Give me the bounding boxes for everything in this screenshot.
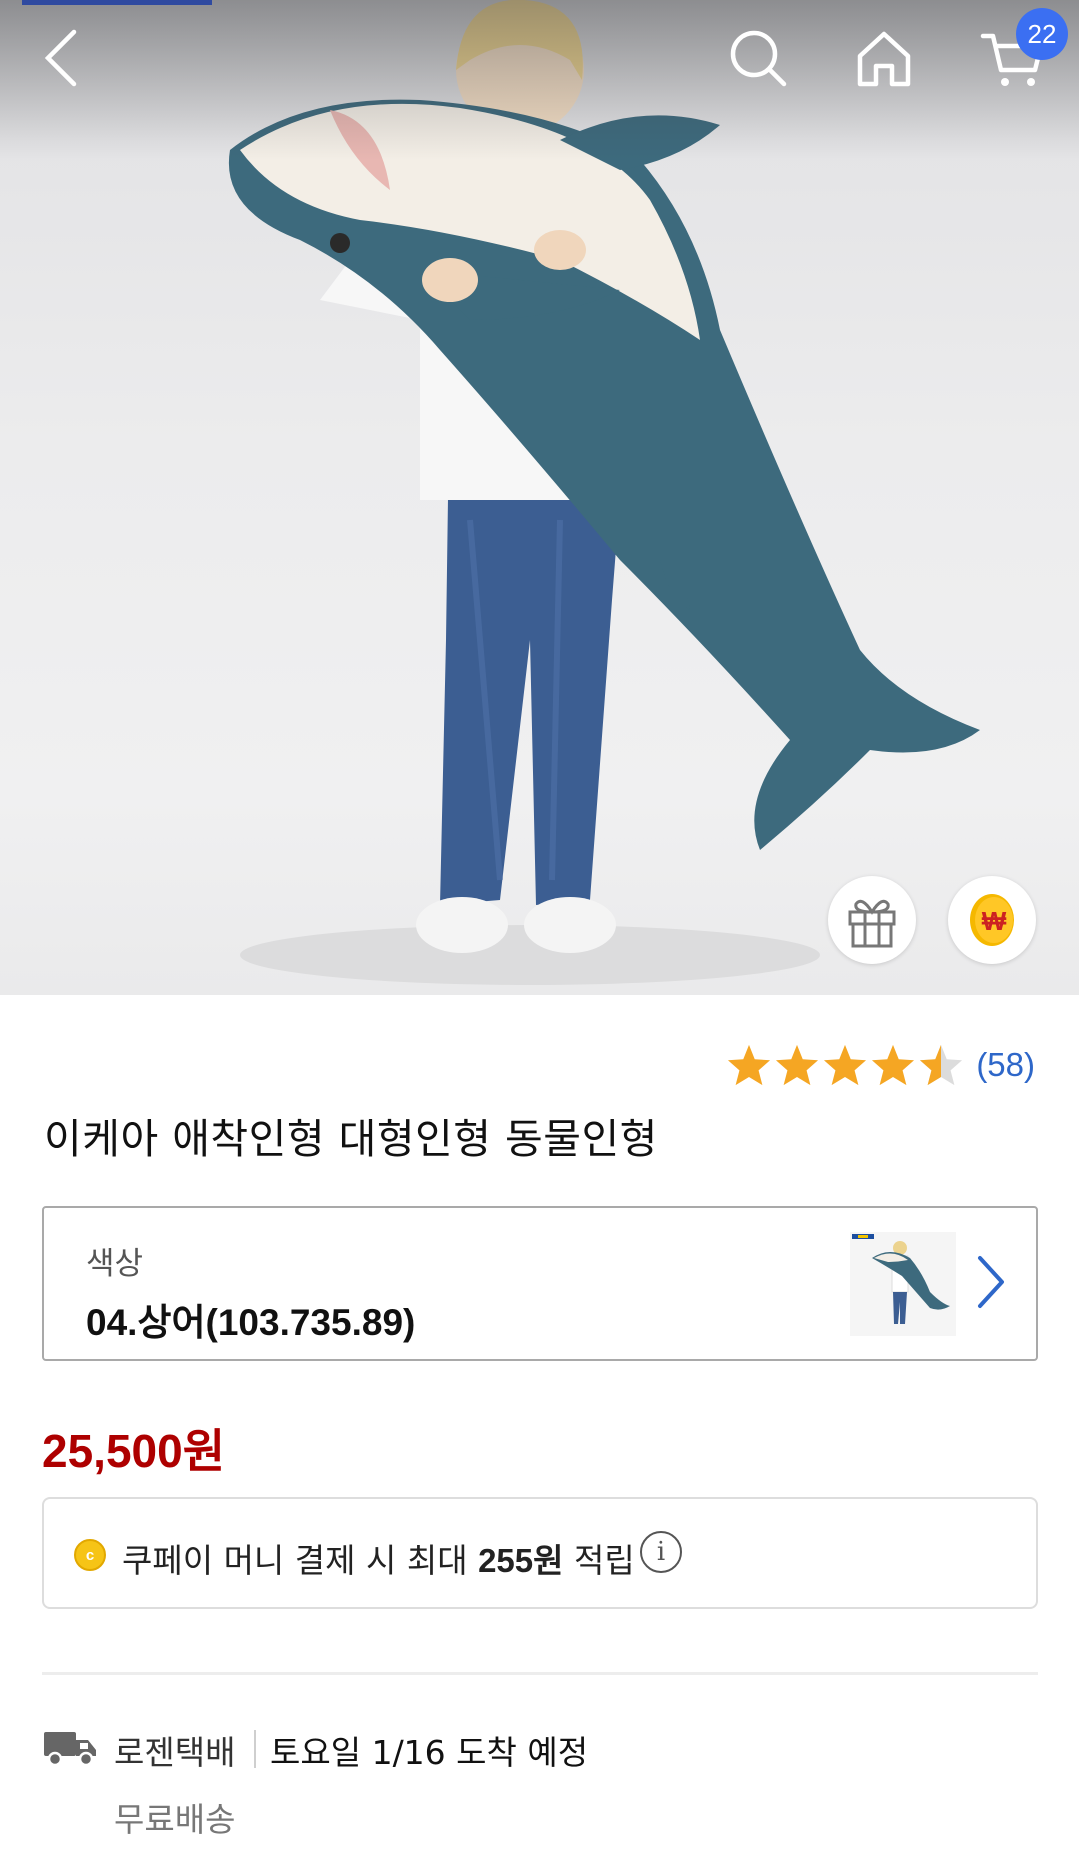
- star-full-icon: [728, 1044, 771, 1086]
- home-icon: [857, 31, 911, 87]
- reward-amount: 255원: [478, 1542, 564, 1579]
- search-icon: [730, 30, 787, 87]
- info-icon[interactable]: i: [640, 1531, 682, 1573]
- option-open-button[interactable]: [974, 1252, 1008, 1316]
- option-thumbnail: [850, 1232, 956, 1336]
- back-arrow-icon: [44, 29, 77, 87]
- star-full-icon: [872, 1044, 915, 1086]
- star-full-icon: [776, 1044, 819, 1086]
- delivery-truck-icon: [44, 1732, 96, 1767]
- product-title: 이케아 애착인형 대형인형 동물인형: [44, 1115, 658, 1163]
- rating-stars: [726, 1043, 964, 1087]
- star-half-icon: [920, 1044, 963, 1086]
- shipping-fee: 무료배송: [114, 1800, 236, 1839]
- review-count-link[interactable]: (58): [976, 1046, 1035, 1084]
- svg-text:₩: ₩: [982, 906, 1007, 936]
- option-label: 색상: [86, 1246, 144, 1282]
- option-value: 04.상어(103.735.89): [86, 1302, 416, 1343]
- delivery-separator: [254, 1730, 256, 1768]
- won-coin-button[interactable]: ₩: [948, 876, 1036, 964]
- product-price: 25,500원: [42, 1425, 226, 1477]
- section-divider: [42, 1672, 1038, 1675]
- product-rating[interactable]: (58): [726, 1043, 1035, 1087]
- reward-text: 쿠페이 머니 결제 시 최대 255원 적립: [122, 1534, 635, 1582]
- home-button[interactable]: [848, 22, 920, 94]
- reward-text-before: 쿠페이 머니 결제 시 최대: [122, 1541, 468, 1580]
- product-image[interactable]: 22 ₩: [0, 0, 1079, 995]
- delivery-eta: 토요일 1/16 도착 예정: [270, 1733, 589, 1772]
- courier-name: 로젠택배: [114, 1733, 236, 1772]
- coupay-reward-banner: c 쿠페이 머니 결제 시 최대 255원 적립 i: [42, 1497, 1038, 1609]
- coupay-coin-icon: c: [74, 1539, 106, 1571]
- star-full-icon: [824, 1044, 867, 1086]
- gift-icon: [848, 899, 896, 948]
- decorative-strip: [22, 0, 212, 5]
- reward-text-after: 적립: [573, 1541, 635, 1580]
- color-option-selector[interactable]: 색상 04.상어(103.735.89): [42, 1206, 1038, 1361]
- option-thumbnail-image: [850, 1232, 956, 1336]
- cart-count-badge: 22: [1016, 8, 1068, 60]
- gift-button[interactable]: [828, 876, 916, 964]
- search-button[interactable]: [722, 22, 794, 94]
- back-button[interactable]: [24, 22, 96, 94]
- won-coin-icon: ₩: [970, 894, 1014, 946]
- chevron-right-icon: [978, 1256, 1004, 1308]
- delivery-info: 로젠택배 토요일 1/16 도착 예정: [42, 1722, 1038, 1782]
